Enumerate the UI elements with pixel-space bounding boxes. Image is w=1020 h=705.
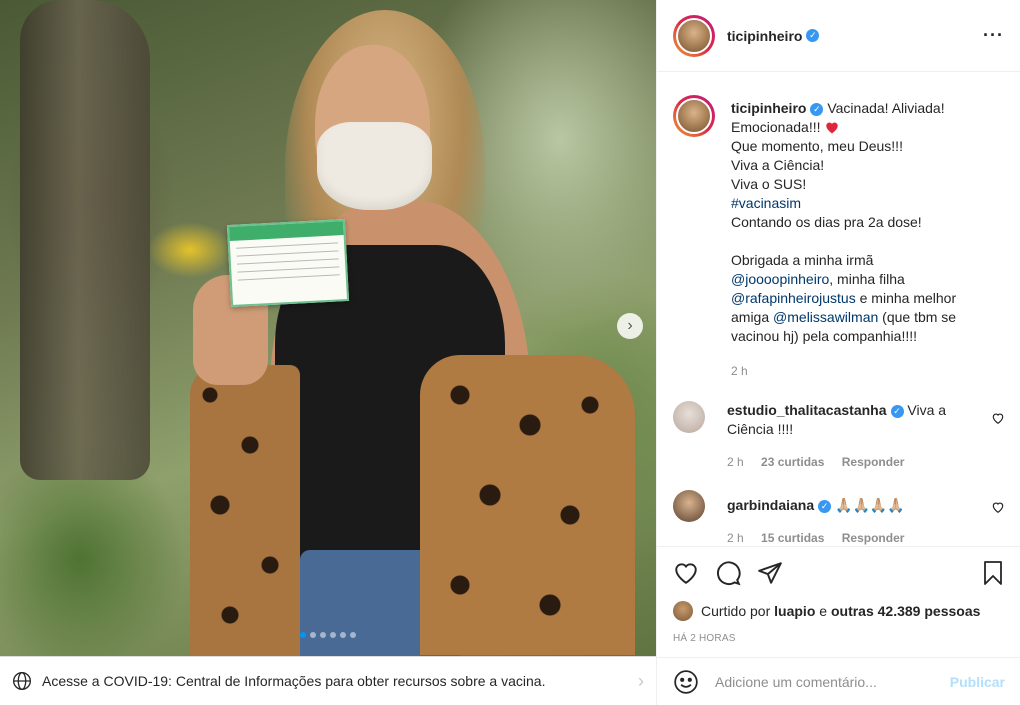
vaccination-card: [226, 218, 350, 308]
caption-avatar-ring[interactable]: [673, 95, 715, 137]
carousel-dot: [340, 632, 346, 638]
caption-line: Viva a Ciência!: [731, 157, 825, 173]
post-header: ticipinheiro ✓ ···: [657, 0, 1020, 72]
carousel-dot: [320, 632, 326, 638]
caption-text: , minha filha: [829, 271, 905, 287]
share-icon[interactable]: [757, 560, 783, 586]
avatar: [676, 17, 712, 54]
caption-line: Viva o SUS!: [731, 176, 807, 192]
hashtag-link[interactable]: #vacinasim: [731, 195, 801, 211]
comment-likes[interactable]: 23 curtidas: [761, 455, 824, 469]
reply-button[interactable]: Responder: [842, 531, 905, 545]
liker-avatar[interactable]: [673, 601, 693, 621]
leopard-jacket-left: [190, 365, 300, 656]
mention-link[interactable]: @rafapinheirojustus: [731, 290, 856, 306]
heart-icon[interactable]: [673, 560, 699, 586]
leopard-jacket-right: [420, 355, 635, 655]
header-username[interactable]: ticipinheiro: [727, 28, 802, 44]
caption: ticipinheiro ✓ Vacinada! Aliviada! Emocio…: [673, 95, 1005, 381]
mention-link[interactable]: @melissawilman: [773, 309, 878, 325]
carousel-dot: [350, 632, 356, 638]
post-side-panel: ticipinheiro ✓ ··· ticipinheiro ✓ Vacinad…: [656, 0, 1020, 705]
verified-badge-icon: ✓: [890, 405, 904, 418]
comment-item: estudio_thalitacastanha ✓ Viva a Ciência …: [673, 401, 1005, 472]
red-heart-icon: [826, 122, 839, 134]
tree-trunk: [20, 0, 150, 480]
caption-username[interactable]: ticipinheiro: [731, 100, 806, 116]
verified-badge-icon: ✓: [806, 29, 820, 42]
comments-list[interactable]: ticipinheiro ✓ Vacinada! Aliviada! Emocio…: [657, 73, 1020, 545]
verified-badge-icon: ✓: [810, 103, 824, 116]
emoji-icon[interactable]: [673, 669, 699, 695]
comment-likes[interactable]: 15 curtidas: [761, 531, 824, 545]
reply-button[interactable]: Responder: [842, 455, 905, 469]
likes-prefix: Curtido por: [701, 603, 771, 619]
more-icon[interactable]: ···: [983, 25, 1004, 46]
caption-line: Vacinada! Aliviada!: [827, 100, 945, 116]
comment-icon[interactable]: [715, 560, 741, 586]
caption-text: e minha melhor: [855, 290, 957, 306]
heart-icon[interactable]: [991, 500, 1005, 514]
heart-icon[interactable]: [991, 411, 1005, 425]
liker-username[interactable]: luapio: [774, 603, 815, 619]
chevron-right-icon: ›: [638, 670, 644, 691]
likes-middle: e: [819, 603, 828, 619]
likes-others[interactable]: outras 42.389 pessoas: [831, 603, 980, 619]
comment-time[interactable]: 2 h: [727, 531, 744, 545]
comment-input[interactable]: Adicione um comentário...: [715, 674, 950, 690]
globe-icon: [13, 672, 31, 690]
chevron-right-icon: ›: [627, 317, 633, 334]
caption-line: Que momento, meu Deus!!!: [731, 138, 903, 154]
carousel-dot: [310, 632, 316, 638]
caption-line: Emocionada!!!: [731, 119, 821, 135]
post-actions: Curtido por luapio e outras 42.389 pesso…: [657, 546, 1020, 644]
avatar[interactable]: [673, 490, 705, 522]
mention-link[interactable]: @joooopinheiro: [731, 271, 829, 287]
likes-summary: Curtido por luapio e outras 42.389 pesso…: [673, 601, 1005, 621]
comment-time[interactable]: 2 h: [727, 455, 744, 469]
comment-text: 🙏🏼🙏🏼🙏🏼🙏🏼: [835, 497, 905, 513]
comment-username[interactable]: garbindaiana: [727, 497, 814, 513]
covid-info-text: Acesse a COVID-19: Central de Informaçõe…: [42, 673, 546, 689]
add-comment-bar: Adicione um comentário... Publicar: [657, 657, 1020, 705]
caption-time[interactable]: 2 h: [731, 364, 748, 378]
caption-text: (que tbm se: [878, 309, 957, 325]
comment-username[interactable]: estudio_thalitacastanha: [727, 402, 887, 418]
carousel-dot: [300, 632, 306, 638]
face-mask: [317, 122, 432, 210]
comment-item: garbindaiana ✓ 🙏🏼🙏🏼🙏🏼🙏🏼 2 h 15 curtidas R…: [673, 490, 1005, 545]
avatar: [676, 98, 712, 134]
caption-line: vacinou hj) pela companhia!!!!: [731, 328, 917, 344]
verified-badge-icon: ✓: [818, 500, 832, 513]
covid-info-bar[interactable]: Acesse a COVID-19: Central de Informaçõe…: [0, 656, 656, 705]
caption-line: Contando os dias pra 2a dose!: [731, 214, 922, 230]
bookmark-icon[interactable]: [981, 560, 1005, 586]
post-photo[interactable]: ›: [0, 0, 656, 656]
publish-button[interactable]: Publicar: [950, 674, 1005, 690]
carousel-dots: [0, 632, 656, 638]
caption-text: amiga: [731, 309, 774, 325]
carousel-next-button[interactable]: ›: [617, 313, 643, 339]
story-ring[interactable]: [673, 14, 715, 57]
avatar[interactable]: [673, 401, 705, 433]
post-timestamp[interactable]: Há 2 horas: [673, 633, 1005, 644]
carousel-dot: [330, 632, 336, 638]
caption-line: Obrigada a minha irmã: [731, 252, 874, 268]
